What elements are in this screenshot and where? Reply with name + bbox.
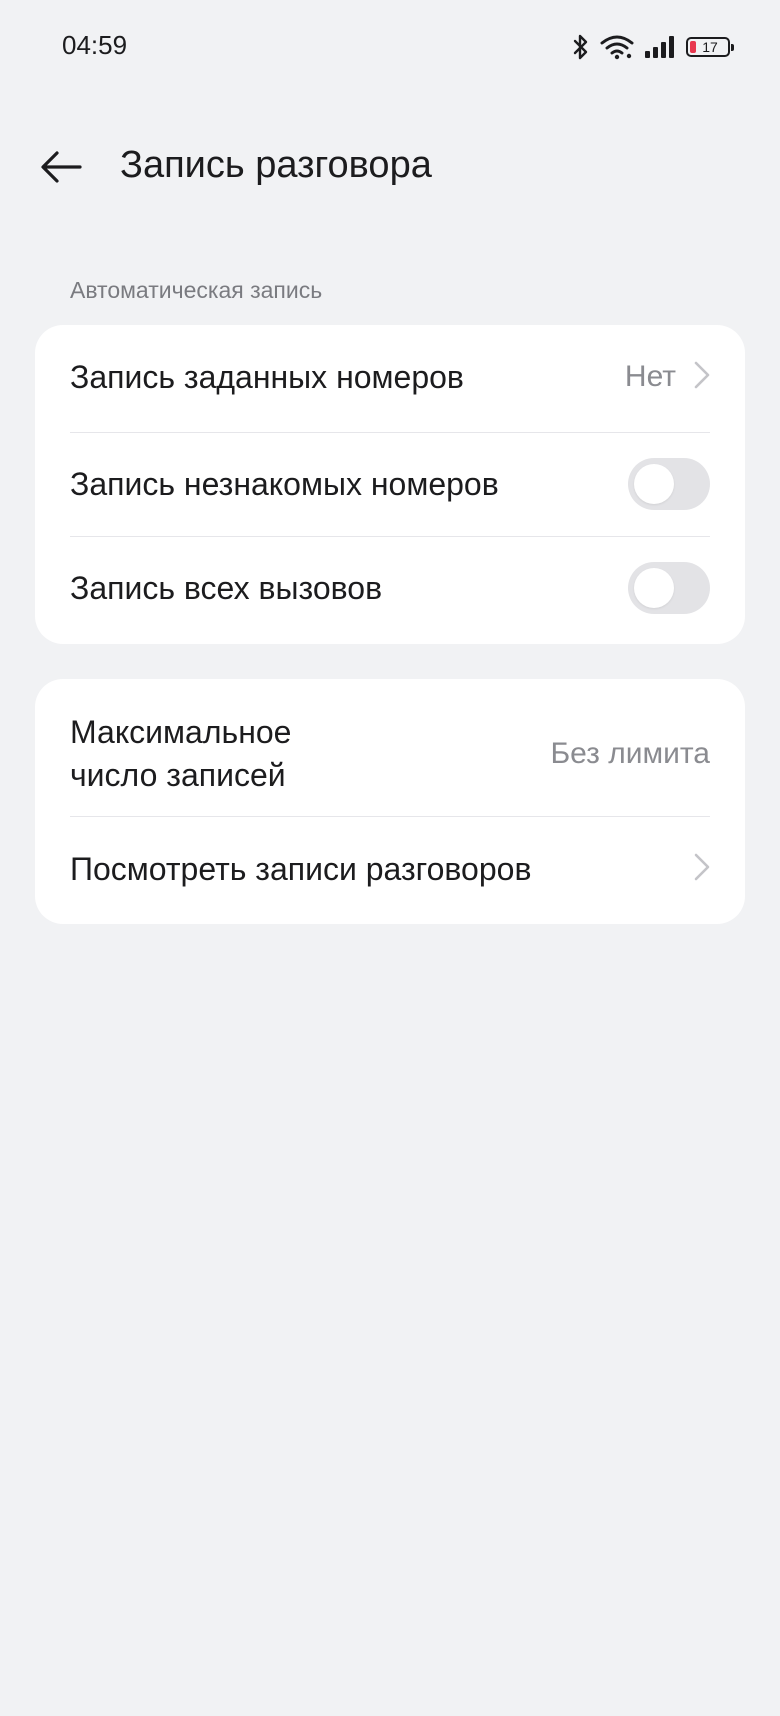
header: Запись разговора — [0, 122, 780, 212]
record-specified-numbers-label: Запись заданных номеров — [70, 358, 464, 395]
record-unknown-numbers-row: Запись незнакомых номеров — [70, 452, 710, 516]
status-bar: 04:59 17 — [0, 0, 780, 92]
record-unknown-numbers-label: Запись незнакомых номеров — [70, 465, 499, 502]
page-title: Запись разговора — [120, 144, 432, 186]
record-unknown-numbers-toggle[interactable] — [628, 458, 710, 510]
max-records-row[interactable]: Максимальное число записей Без лимита — [70, 709, 710, 799]
max-records-label-line2: число записей — [70, 757, 286, 793]
records-card: Максимальное число записей Без лимита По… — [35, 679, 745, 924]
chevron-right-icon — [694, 853, 710, 886]
record-specified-numbers-row[interactable]: Запись заданных номеров Нет — [70, 345, 710, 409]
auto-record-card: Запись заданных номеров Нет Запись незна… — [35, 325, 745, 644]
record-all-calls-label: Запись всех вызовов — [70, 569, 383, 606]
toggle-knob — [634, 464, 674, 504]
row-right: Нет — [625, 360, 710, 394]
max-records-label: Максимальное число записей — [70, 711, 291, 797]
record-all-calls-toggle[interactable] — [628, 562, 710, 614]
max-records-label-line1: Максимальное — [70, 714, 292, 751]
wifi-icon — [600, 34, 634, 60]
record-specified-numbers-value: Нет — [624, 360, 676, 393]
section-label: Автоматическая запись — [70, 277, 323, 303]
arrow-left-icon — [40, 150, 82, 189]
divider — [70, 816, 710, 817]
status-icons: 17 — [572, 32, 734, 62]
back-button[interactable] — [38, 146, 84, 192]
battery-level: 17 — [702, 39, 718, 55]
chevron-right-icon — [694, 361, 710, 394]
toggle-knob — [634, 568, 674, 608]
divider — [70, 432, 710, 433]
view-recordings-row[interactable]: Посмотреть записи разговоров — [70, 834, 710, 904]
bluetooth-icon — [572, 33, 590, 61]
record-all-calls-row: Запись всех вызовов — [70, 556, 710, 620]
status-time: 04:59 — [62, 30, 128, 60]
battery-tip — [731, 44, 734, 51]
view-recordings-label: Посмотреть записи разговоров — [70, 850, 532, 887]
signal-icon — [644, 35, 676, 59]
divider — [70, 536, 710, 537]
battery-fill — [690, 41, 696, 53]
battery-icon: 17 — [686, 37, 734, 57]
max-records-value: Без лимита — [550, 737, 710, 770]
